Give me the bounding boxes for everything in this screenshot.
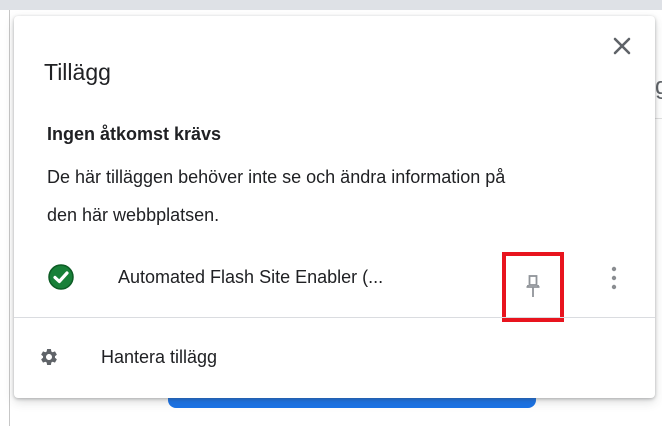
browser-toolbar-strip xyxy=(0,0,662,10)
extension-row[interactable]: Automated Flash Site Enabler (... xyxy=(14,248,655,322)
background-divider xyxy=(655,118,662,119)
check-circle-icon xyxy=(48,264,74,290)
extension-name[interactable]: Automated Flash Site Enabler (... xyxy=(118,265,383,289)
manage-extensions-button[interactable]: Hantera tillägg xyxy=(14,318,655,396)
close-icon xyxy=(613,37,631,55)
section-description: De här tilläggen behöver inte se och änd… xyxy=(47,167,506,225)
pin-button[interactable] xyxy=(502,252,564,322)
section-heading: Ingen åtkomst krävs xyxy=(47,124,222,144)
close-button[interactable] xyxy=(608,32,636,60)
manage-extensions-label: Hantera tillägg xyxy=(101,347,218,367)
pin-icon xyxy=(526,275,540,297)
extensions-popup: Tillägg Ingen åtkomst krävs De här tillä… xyxy=(14,16,655,398)
more-vert-icon xyxy=(611,266,617,290)
background-text-fragment: g xyxy=(655,73,662,100)
more-options-button[interactable] xyxy=(602,263,626,293)
popup-title: Tillägg xyxy=(44,59,111,85)
page-border xyxy=(9,10,10,426)
gear-icon xyxy=(41,349,57,365)
